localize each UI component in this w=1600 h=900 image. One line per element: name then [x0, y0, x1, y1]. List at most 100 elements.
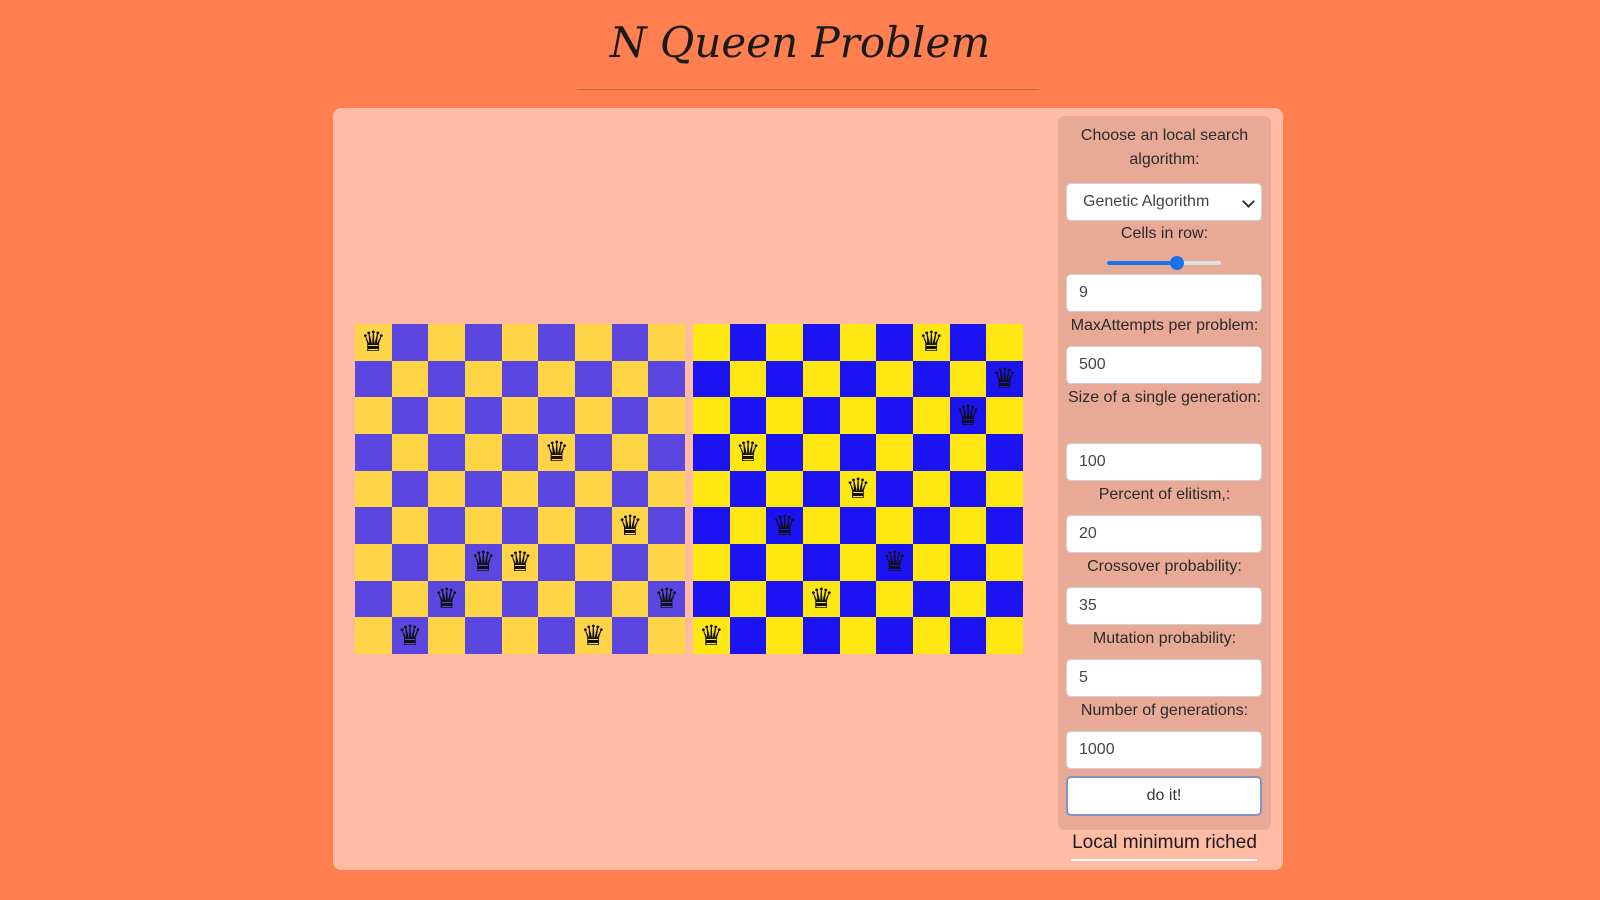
board-cell[interactable]	[575, 434, 612, 471]
board-cell[interactable]	[355, 617, 392, 654]
board-cell[interactable]	[611, 360, 649, 398]
board-cell[interactable]	[876, 580, 913, 618]
board-cell[interactable]	[803, 544, 840, 581]
board-cell[interactable]	[766, 360, 803, 398]
board-cell[interactable]	[648, 360, 685, 398]
board-cell[interactable]	[575, 470, 612, 508]
board-cell[interactable]	[986, 617, 1023, 654]
cells-slider[interactable]	[1107, 256, 1221, 270]
board-cell[interactable]	[501, 360, 539, 398]
board-cell[interactable]	[913, 434, 950, 471]
board-cell[interactable]	[949, 434, 987, 471]
board-cell[interactable]	[428, 470, 465, 508]
board-cell[interactable]: ♛	[501, 544, 539, 581]
board-cell[interactable]	[693, 324, 730, 361]
do-it-button[interactable]: do it!	[1066, 776, 1262, 816]
board-cell[interactable]	[391, 580, 429, 618]
board-cell[interactable]	[575, 507, 612, 544]
board-cell[interactable]: ♛	[693, 617, 730, 654]
board-cell[interactable]	[839, 544, 877, 581]
board-cell[interactable]	[465, 507, 502, 544]
board-cell[interactable]	[766, 580, 803, 618]
board-cell[interactable]	[986, 470, 1023, 508]
board-cell[interactable]: ♛	[355, 324, 392, 361]
board-cell[interactable]	[766, 397, 803, 434]
board-cell[interactable]	[949, 360, 987, 398]
board-cell[interactable]	[766, 434, 803, 471]
crossover-input[interactable]: 35	[1066, 587, 1262, 625]
board-cell[interactable]	[729, 397, 767, 434]
board-cell[interactable]	[611, 470, 649, 508]
board-cell[interactable]	[876, 434, 913, 471]
board-cell[interactable]	[391, 360, 429, 398]
board-cell[interactable]	[766, 324, 803, 361]
board-cell[interactable]	[693, 434, 730, 471]
board-cell[interactable]	[611, 580, 649, 618]
board-cell[interactable]: ♛	[465, 544, 502, 581]
board-cell[interactable]	[538, 324, 575, 361]
board-cell[interactable]	[575, 544, 612, 581]
generation-size-input[interactable]: 100	[1066, 443, 1262, 481]
board-cell[interactable]	[355, 580, 392, 618]
board-cell[interactable]	[839, 580, 877, 618]
board-cell[interactable]	[648, 470, 685, 508]
board-cell[interactable]	[538, 544, 575, 581]
board-cell[interactable]	[538, 397, 575, 434]
board-cell[interactable]	[501, 507, 539, 544]
board-cell[interactable]	[839, 397, 877, 434]
board-cell[interactable]	[501, 324, 539, 361]
board-cell[interactable]	[803, 360, 840, 398]
board-cell[interactable]	[949, 580, 987, 618]
board-cell[interactable]	[803, 324, 840, 361]
board-cell[interactable]	[428, 617, 465, 654]
cells-input[interactable]: 9	[1066, 274, 1262, 312]
board-cell[interactable]	[729, 470, 767, 508]
board-cell[interactable]	[391, 397, 429, 434]
board-cell[interactable]	[538, 507, 575, 544]
board-cell[interactable]	[729, 507, 767, 544]
board-cell[interactable]	[501, 434, 539, 471]
board-cell[interactable]	[501, 397, 539, 434]
board-cell[interactable]	[648, 507, 685, 544]
board-cell[interactable]	[648, 324, 685, 361]
board-cell[interactable]	[538, 617, 575, 654]
board-cell[interactable]	[391, 434, 429, 471]
board-cell[interactable]: ♛	[949, 397, 987, 434]
board-cell[interactable]	[729, 324, 767, 361]
board-cell[interactable]	[648, 397, 685, 434]
board-cell[interactable]	[575, 360, 612, 398]
board-cell[interactable]	[611, 324, 649, 361]
board-cell[interactable]	[428, 507, 465, 544]
board-cell[interactable]	[648, 434, 685, 471]
board-cell[interactable]	[986, 507, 1023, 544]
board-cell[interactable]	[465, 617, 502, 654]
mutation-input[interactable]: 5	[1066, 659, 1262, 697]
board-cell[interactable]	[766, 470, 803, 508]
board-cell[interactable]	[876, 397, 913, 434]
board-cell[interactable]	[913, 544, 950, 581]
board-cell[interactable]	[355, 397, 392, 434]
board-cell[interactable]	[876, 470, 913, 508]
board-cell[interactable]	[611, 617, 649, 654]
board-cell[interactable]: ♛	[391, 617, 429, 654]
board-cell[interactable]	[538, 470, 575, 508]
board-cell[interactable]	[913, 507, 950, 544]
board-cell[interactable]	[803, 617, 840, 654]
board-cell[interactable]	[538, 580, 575, 618]
board-cell[interactable]	[729, 617, 767, 654]
board-cell[interactable]	[575, 397, 612, 434]
board-cell[interactable]	[986, 580, 1023, 618]
board-cell[interactable]	[876, 324, 913, 361]
board-cell[interactable]	[611, 434, 649, 471]
board-cell[interactable]	[355, 470, 392, 508]
board-cell[interactable]	[839, 434, 877, 471]
board-cell[interactable]	[611, 397, 649, 434]
board-cell[interactable]	[355, 507, 392, 544]
board-cell[interactable]	[729, 544, 767, 581]
board-cell[interactable]	[803, 507, 840, 544]
board-cell[interactable]	[986, 544, 1023, 581]
board-cell[interactable]	[611, 544, 649, 581]
board-cell[interactable]	[949, 507, 987, 544]
board-cell[interactable]	[391, 470, 429, 508]
board-cell[interactable]	[693, 544, 730, 581]
